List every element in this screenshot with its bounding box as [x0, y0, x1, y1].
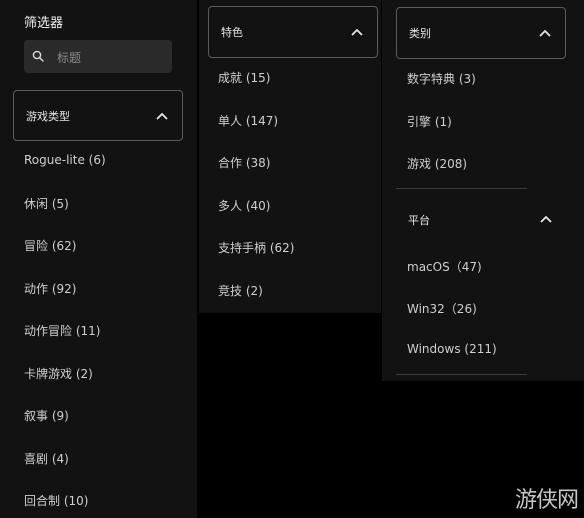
- feature-item[interactable]: 单人 (147): [218, 112, 278, 129]
- search-placeholder: 标题: [57, 51, 82, 65]
- genre-filter-panel: 筛选器 标题 游戏类型 Rogue-lite (6) 休闲 (5) 冒险 (62…: [0, 0, 197, 518]
- genre-item[interactable]: 冒险 (62): [24, 237, 76, 254]
- search-icon: [32, 50, 44, 62]
- category-item[interactable]: 引擎 (1): [407, 113, 452, 130]
- genre-item[interactable]: 喜剧 (4): [24, 450, 69, 467]
- features-group-title: 特色: [221, 26, 243, 39]
- section-divider: [396, 374, 527, 375]
- features-filter-panel: 特色 成就 (15) 单人 (147) 合作 (38) 多人 (40) 支持手柄…: [199, 0, 381, 313]
- platform-item[interactable]: macOS（47): [407, 258, 482, 275]
- genre-item[interactable]: 卡牌游戏 (2): [24, 365, 93, 382]
- platform-group-header[interactable]: 平台: [396, 200, 566, 238]
- section-divider: [396, 188, 527, 189]
- genre-group-header[interactable]: 游戏类型: [13, 90, 183, 141]
- feature-item[interactable]: 多人 (40): [218, 197, 270, 214]
- platform-item[interactable]: Win32（26): [407, 300, 477, 317]
- genre-item[interactable]: 回合制 (10): [24, 492, 88, 509]
- category-item[interactable]: 游戏 (208): [407, 155, 467, 172]
- category-group-title: 类别: [409, 27, 431, 40]
- feature-item[interactable]: 支持手柄 (62): [218, 239, 294, 256]
- genre-item[interactable]: 动作冒险 (11): [24, 322, 100, 339]
- search-input[interactable]: 标题: [24, 40, 172, 73]
- category-group-header[interactable]: 类别: [396, 7, 566, 59]
- filter-heading: 筛选器: [24, 16, 64, 31]
- genre-item[interactable]: Rogue-lite (6): [24, 153, 106, 167]
- genre-group-title: 游戏类型: [26, 109, 70, 123]
- genre-item[interactable]: 叙事 (9): [24, 407, 69, 424]
- chevron-up-icon[interactable]: [351, 28, 363, 36]
- category-platform-panel: 类别 数字特典 (3) 引擎 (1) 游戏 (208) 平台 macOS（47)…: [382, 0, 584, 381]
- watermark-logo: 游侠网: [514, 488, 579, 513]
- feature-item[interactable]: 竞技 (2): [218, 282, 263, 299]
- chevron-up-icon[interactable]: [539, 29, 551, 37]
- feature-item[interactable]: 成就 (15): [218, 69, 270, 86]
- genre-item[interactable]: 动作 (92): [24, 280, 76, 297]
- platform-group-title: 平台: [408, 214, 430, 227]
- genre-item[interactable]: 休闲 (5): [24, 195, 69, 212]
- chevron-up-icon[interactable]: [156, 112, 168, 120]
- chevron-up-icon[interactable]: [540, 215, 552, 223]
- platform-item[interactable]: Windows (211): [407, 342, 497, 356]
- features-group-header[interactable]: 特色: [208, 6, 378, 58]
- feature-item[interactable]: 合作 (38): [218, 154, 270, 171]
- category-item[interactable]: 数字特典 (3): [407, 70, 476, 87]
